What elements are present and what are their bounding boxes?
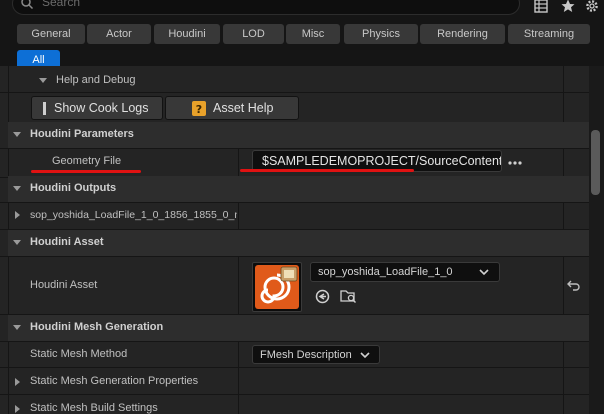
- help-book-icon: ?: [192, 101, 206, 116]
- build-settings-clip: Static Mesh Build Settings: [30, 401, 230, 414]
- show-cook-logs-label: Show Cook Logs: [54, 101, 149, 115]
- vertical-scrollbar[interactable]: [589, 66, 604, 414]
- reset-to-default-icon[interactable]: [567, 279, 580, 291]
- filter-physics[interactable]: Physics: [344, 24, 418, 44]
- search-input[interactable]: Search: [42, 0, 80, 9]
- collapse-arrow-icon[interactable]: [13, 132, 21, 137]
- row-separator: [0, 92, 590, 93]
- static-mesh-generation-properties-label[interactable]: Static Mesh Generation Properties: [30, 375, 198, 387]
- section-title: Houdini Asset: [30, 236, 104, 248]
- column-divider: [238, 256, 239, 314]
- search-bar[interactable]: [12, 0, 520, 15]
- search-icon: [21, 0, 34, 10]
- use-selected-asset-icon[interactable]: [315, 289, 330, 304]
- geometry-file-label: Geometry File: [52, 155, 122, 167]
- row-separator: [0, 148, 590, 149]
- row-separator: [0, 256, 590, 257]
- chevron-down-icon: [479, 269, 489, 276]
- row-separator: [0, 202, 590, 203]
- section-title: Houdini Parameters: [30, 128, 134, 140]
- expand-arrow-icon[interactable]: [15, 211, 20, 219]
- filter-rendering[interactable]: Rendering: [420, 24, 505, 44]
- star-icon[interactable]: [560, 0, 576, 14]
- more-options-icon[interactable]: [508, 160, 522, 166]
- asset-selector-combo[interactable]: sop_yoshida_LoadFile_1_0: [310, 262, 500, 282]
- browse-asset-icon[interactable]: [340, 288, 357, 304]
- row-separator: [0, 394, 590, 395]
- highlight-underline: [240, 169, 414, 172]
- collapse-arrow-icon[interactable]: [39, 78, 47, 83]
- filter-lod[interactable]: LOD: [223, 24, 284, 44]
- help-debug-label: Help and Debug: [56, 74, 136, 86]
- cursor-bar-icon: [43, 102, 46, 115]
- static-mesh-method-label: Static Mesh Method: [30, 348, 128, 360]
- row-separator: [0, 367, 590, 368]
- filter-houdini[interactable]: Houdini: [154, 24, 220, 44]
- column-divider: [238, 202, 239, 230]
- column-divider: [238, 341, 239, 414]
- asset-help-button[interactable]: ? Asset Help: [165, 96, 299, 120]
- filter-misc[interactable]: Misc: [286, 24, 340, 44]
- output-name-clip: sop_yoshida_LoadFile_1_0_1856_1855_0_mai…: [30, 209, 237, 223]
- asset-name: sop_yoshida_LoadFile_1_0: [318, 266, 453, 278]
- output-name: sop_yoshida_LoadFile_1_0_1856_1855_0_mai…: [30, 209, 237, 221]
- static-mesh-method-combo[interactable]: FMesh Description: [252, 345, 380, 364]
- filter-actor[interactable]: Actor: [87, 24, 151, 44]
- collapse-arrow-icon[interactable]: [13, 186, 21, 191]
- expand-arrow-icon[interactable]: [15, 378, 20, 386]
- filter-streaming[interactable]: Streaming: [508, 24, 590, 44]
- filter-general[interactable]: General: [17, 24, 85, 44]
- chevron-down-icon: [360, 352, 370, 359]
- asset-help-label: Asset Help: [213, 101, 274, 115]
- houdini-asset-label: Houdini Asset: [30, 279, 98, 291]
- scrollbar-thumb[interactable]: [591, 130, 600, 195]
- static-mesh-build-settings-label[interactable]: Static Mesh Build Settings: [30, 402, 158, 414]
- collapse-arrow-icon[interactable]: [13, 240, 21, 245]
- svg-text:?: ?: [196, 103, 202, 116]
- show-cook-logs-button[interactable]: Show Cook Logs: [31, 96, 163, 120]
- grid-view-icon[interactable]: [533, 0, 549, 14]
- column-divider: [238, 148, 239, 178]
- highlight-underline: [31, 170, 141, 173]
- row-separator: [0, 341, 590, 342]
- gear-icon[interactable]: [584, 0, 600, 14]
- section-title: Houdini Mesh Generation: [30, 321, 164, 333]
- collapse-arrow-icon[interactable]: [13, 325, 21, 330]
- asset-thumbnail[interactable]: [252, 262, 302, 312]
- static-mesh-method-value: FMesh Description: [260, 349, 352, 361]
- expand-arrow-icon[interactable]: [15, 405, 20, 413]
- houdini-logo-icon: [255, 265, 299, 309]
- section-title: Houdini Outputs: [30, 182, 117, 194]
